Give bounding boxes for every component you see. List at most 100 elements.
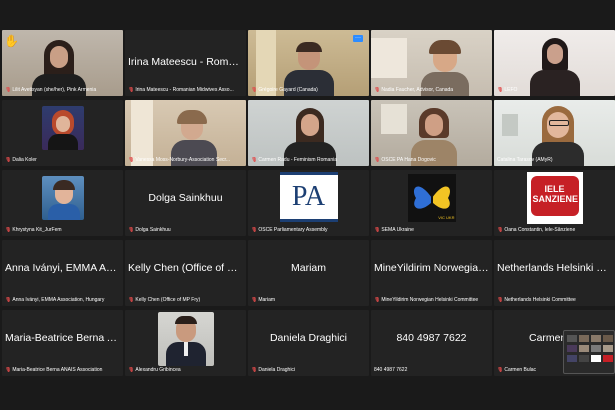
participant-name: 🎙︎Dolga Sainkhuu (128, 227, 171, 233)
muted-mic-icon: 🎙︎ (251, 227, 258, 233)
thumbnail-tile (579, 345, 589, 352)
muted-mic-icon: 🎙︎ (497, 297, 504, 303)
participant-display-name: Daniela Draghici (269, 332, 348, 344)
logo-text: VIC UKR (438, 215, 455, 220)
participant-name: 🎙︎Daniela Draghici (251, 367, 296, 373)
osce-pa-logo: PA (279, 172, 338, 222)
participant-display-name: Irina Mateescu - Romania... (128, 56, 246, 68)
participant-tile[interactable]: Daniela Draghici 🎙︎Daniela Draghici (248, 310, 369, 376)
participant-tile[interactable]: Maria-Beatrice Berna ANA... 🎙︎Maria-Beat… (2, 310, 123, 376)
participant-tile[interactable]: 840 4987 7622 840 4987 7622 (371, 310, 492, 376)
participant-name: 🎙︎SEMA Ukraine (374, 227, 414, 233)
muted-mic-icon: 🎙︎ (128, 367, 135, 373)
participant-avatar (41, 106, 84, 150)
participant-tile[interactable]: PA 🎙︎OSCE Parliamentary Assembly (248, 170, 369, 236)
thumbnail-tile (603, 335, 613, 342)
participant-name: 🎙︎Alexandru Gribincea (128, 367, 181, 373)
participant-tile[interactable]: 🎙︎Alexandru Gribincea (125, 310, 246, 376)
thumbnail-tile (591, 335, 601, 342)
muted-mic-icon: 🎙︎ (374, 87, 381, 93)
raised-hand-icon: ✋ (4, 34, 19, 48)
participant-tile[interactable]: ✋ 🎙︎Lilit Avetisyan (she/her), Pink Arme… (2, 30, 123, 96)
participant-tile[interactable]: Netherlands Helsinki Com... 🎙︎Netherland… (494, 240, 615, 306)
thumbnail-tile (567, 355, 577, 362)
participant-tile[interactable]: Mariam 🎙︎Mariam (248, 240, 369, 306)
participant-tile[interactable]: 🎙︎Vanessa Moss-Norbury-Association Secr.… (125, 100, 246, 166)
muted-mic-icon: 🎙︎ (374, 157, 381, 163)
participant-name: 🎙︎Vanessa Moss-Norbury-Association Secr.… (128, 157, 231, 163)
participant-display-name: Kelly Chen (Office of MP F... (128, 262, 246, 274)
participant-name: 🎙︎Oana Constantin, Iele-Sânziene (497, 227, 576, 233)
participant-tile[interactable]: IELE SANZIENE 🎙︎Oana Constantin, Iele-Sâ… (494, 170, 615, 236)
participant-tile[interactable]: Anna Iványi, EMMA Associ... 🎙︎Anna Ivány… (2, 240, 123, 306)
active-speaker-tile[interactable]: Catalina Tarasov (AMyR) (494, 100, 615, 166)
muted-mic-icon: 🎙︎ (374, 227, 381, 233)
participant-tile[interactable]: 🎙︎Khrystyna Kit_JurFem (2, 170, 123, 236)
muted-mic-icon: 🎙︎ (5, 367, 12, 373)
participant-tile[interactable]: MineYildirim Norwegian H... 🎙︎MineYildir… (371, 240, 492, 306)
participant-tile[interactable]: 🎙︎Dalia Koler (2, 100, 123, 166)
muted-mic-icon: 🎙︎ (128, 87, 135, 93)
participant-name: 🎙︎LEFÖ (497, 87, 518, 93)
participant-display-name: 840 4987 7622 (396, 332, 467, 344)
participant-name: 🎙︎Nadia Faucher, Advisor, Canada (374, 87, 454, 93)
participant-name: 🎙︎Grégoire Gayard (Canada) (251, 87, 318, 93)
muted-mic-icon: 🎙︎ (251, 367, 258, 373)
muted-mic-icon: 🎙︎ (5, 87, 12, 93)
gallery-thumbnail-panel[interactable] (563, 330, 615, 374)
muted-mic-icon: 🎙︎ (128, 227, 135, 233)
participant-name: 🎙︎MineYildirim Norwegian Helsinki Commit… (374, 297, 479, 303)
thumbnail-tile (591, 345, 601, 352)
muted-mic-icon: 🎙︎ (497, 87, 504, 93)
participant-display-name: Maria-Beatrice Berna ANA... (5, 332, 123, 344)
participant-tile[interactable]: 🎙︎Nadia Faucher, Advisor, Canada (371, 30, 492, 96)
participant-name: 🎙︎Maria-Beatrice Berna ANAIS Association (5, 367, 103, 373)
thumbnail-tile (579, 335, 589, 342)
thumbnail-tile (567, 335, 577, 342)
participant-name: 🎙︎OSCE Parliamentary Assembly (251, 227, 328, 233)
thumbnail-tile (567, 345, 577, 352)
sema-ukraine-logo: VIC UKR (407, 174, 456, 222)
participant-name: 🎙︎Carmen Radu - Feminism Romania (251, 157, 337, 163)
more-options-button[interactable]: ··· (353, 35, 363, 42)
participant-tile[interactable]: 🎙︎OSCE PA Hana Dogovic (371, 100, 492, 166)
participant-tile[interactable]: ··· 🎙︎Grégoire Gayard (Canada) (248, 30, 369, 96)
muted-mic-icon: 🎙︎ (251, 297, 258, 303)
participant-tile[interactable]: Irina Mateescu - Romania... 🎙︎Irina Mate… (125, 30, 246, 96)
muted-mic-icon: 🎙︎ (497, 367, 504, 373)
participant-tile[interactable]: Kelly Chen (Office of MP F... 🎙︎Kelly Ch… (125, 240, 246, 306)
participant-name: 840 4987 7622 (374, 367, 408, 373)
logo-text: PA (291, 181, 326, 212)
logo-text: IELE SANZIENE (532, 184, 579, 204)
gallery-grid: ✋ 🎙︎Lilit Avetisyan (she/her), Pink Arme… (0, 30, 615, 378)
thumbnail-tile (603, 355, 613, 362)
participant-name: 🎙︎Dalia Koler (5, 157, 37, 163)
participant-display-name: MineYildirim Norwegian H... (374, 262, 492, 274)
participant-tile[interactable]: VIC UKR 🎙︎SEMA Ukraine (371, 170, 492, 236)
participant-name: 🎙︎Mariam (251, 297, 276, 303)
thumbnail-tile (591, 355, 601, 362)
thumbnail-tile (603, 345, 613, 352)
participant-name: Catalina Tarasov (AMyR) (497, 157, 553, 163)
thumbnail-tile (579, 355, 589, 362)
participant-tile[interactable]: 🎙︎Carmen Radu - Feminism Romania (248, 100, 369, 166)
participant-display-name: Mariam (290, 262, 326, 274)
muted-mic-icon: 🎙︎ (497, 227, 504, 233)
muted-mic-icon: 🎙︎ (374, 297, 381, 303)
muted-mic-icon: 🎙︎ (5, 227, 12, 233)
participant-display-name: Dolga Sainkhuu (148, 192, 223, 204)
participant-tile[interactable]: 🎙︎LEFÖ (494, 30, 615, 96)
participant-avatar (157, 312, 214, 366)
muted-mic-icon: 🎙︎ (128, 157, 135, 163)
muted-mic-icon: 🎙︎ (5, 297, 12, 303)
participant-tile[interactable]: Dolga Sainkhuu 🎙︎Dolga Sainkhuu (125, 170, 246, 236)
participant-name: 🎙︎Lilit Avetisyan (she/her), Pink Armeni… (5, 87, 97, 93)
muted-mic-icon: 🎙︎ (5, 157, 12, 163)
participant-name: 🎙︎Netherlands Helsinki Committee (497, 297, 576, 303)
participant-display-name: Netherlands Helsinki Com... (497, 262, 615, 274)
participant-display-name: Anna Iványi, EMMA Associ... (5, 262, 123, 274)
muted-mic-icon: 🎙︎ (251, 157, 258, 163)
muted-mic-icon: 🎙︎ (251, 87, 258, 93)
participant-name: 🎙︎Kelly Chen (Office of MP Fry) (128, 297, 201, 303)
participant-name: 🎙︎Irina Mateescu - Romanian Midwives Ass… (128, 87, 234, 93)
